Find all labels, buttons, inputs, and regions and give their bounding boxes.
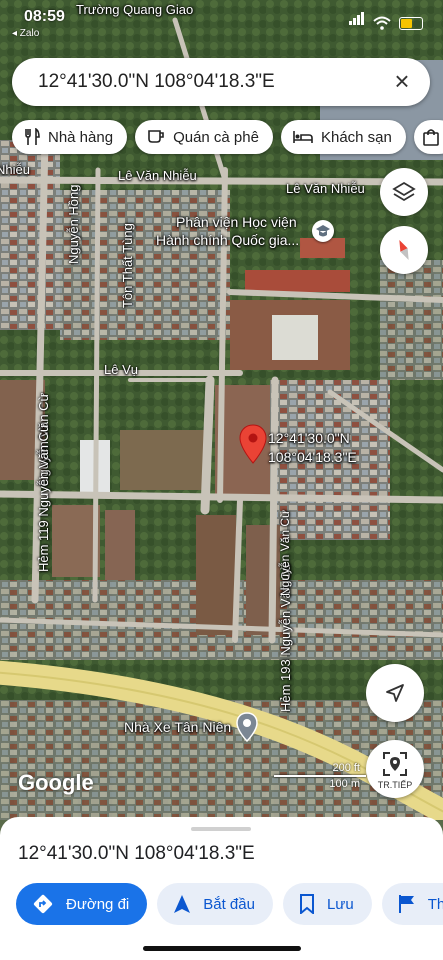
compass-icon: [399, 240, 409, 260]
action-buttons: Đường đi Bắt đầu Lưu Th: [16, 883, 443, 925]
pin-label: 12°41'30.0"N: [268, 430, 350, 446]
street-label: Nhiễu: [0, 162, 30, 177]
chip-shopping[interactable]: [413, 120, 443, 154]
street-label: Lê Vụ: [104, 362, 138, 377]
back-to-app[interactable]: ◂ Zalo: [12, 28, 39, 39]
wifi-icon: [373, 16, 391, 30]
clock: 08:59: [24, 8, 65, 25]
layers-icon: [392, 181, 416, 202]
street-label: Lê Văn Nhiễu: [286, 181, 365, 196]
scale-line: [274, 775, 366, 777]
search-bar[interactable]: 12°41'30.0"N 108°04'18.3"E ×: [12, 58, 430, 106]
google-logo: Google: [18, 770, 94, 795]
compass-button[interactable]: [380, 226, 428, 274]
chip-coffee[interactable]: Quán cà phê: [135, 120, 273, 154]
street-label: Tôn Thất Tùng: [120, 223, 135, 308]
chip-label: Khách sạn: [320, 128, 392, 146]
street-label: Nguyễn Hồng: [66, 184, 81, 265]
navigation-arrow-icon: [386, 684, 404, 702]
street-label: Hẻm 119 Nguyễn Văn Cừ: [36, 423, 51, 572]
flag-label: Th: [427, 895, 443, 913]
pin-label: 108°04'18.3"E: [268, 449, 357, 465]
chip-label: Nhà hàng: [48, 128, 114, 146]
coffee-icon: [148, 130, 164, 143]
status-bar: 08:59 ◂ Zalo: [0, 6, 443, 39]
directions-label: Đường đi: [66, 895, 130, 913]
start-button[interactable]: Bắt đầu: [157, 883, 273, 925]
bookmark-icon: [299, 894, 314, 914]
chip-hotels[interactable]: Khách sạn: [280, 120, 406, 154]
chip-label: Quán cà phê: [173, 128, 259, 146]
place-bottom-sheet[interactable]: 12°41'30.0"N 108°04'18.3"E Đường đi Bắt …: [0, 817, 443, 960]
poi-label[interactable]: Phân viện Học viện: [176, 214, 297, 230]
hotel-icon: [293, 131, 313, 143]
cell-signal-icon: [349, 12, 365, 30]
navigation-arrow-icon: [174, 895, 191, 913]
category-chips: Nhà hàng Quán cà phê Khách sạn: [12, 120, 443, 154]
scale-label-ft: 200 ft: [332, 762, 360, 774]
flag-button[interactable]: Th: [381, 883, 443, 925]
scale-bar: 200 ft 100 m: [274, 762, 366, 790]
search-input[interactable]: 12°41'30.0"N 108°04'18.3"E: [38, 71, 275, 93]
poi-label[interactable]: Hành chính Quốc gia...: [156, 232, 299, 248]
battery-icon: [399, 17, 423, 30]
street-label: Lê Văn Nhiễu: [118, 168, 197, 183]
drag-handle[interactable]: [191, 827, 251, 831]
street-label: Nguyễn Văn Cừ: [278, 509, 292, 596]
home-indicator[interactable]: [143, 946, 301, 951]
directions-button[interactable]: Đường đi: [16, 883, 148, 925]
save-label: Lưu: [326, 895, 354, 913]
start-label: Bắt đầu: [203, 895, 255, 913]
bus-station-label[interactable]: Nhà Xe Tân Niên: [124, 719, 231, 735]
street-view-label: TR.TIẾP: [377, 780, 413, 790]
save-button[interactable]: Lưu: [282, 883, 372, 925]
shopping-bag-icon: [423, 129, 439, 146]
status-icons: [349, 12, 423, 30]
my-location-button[interactable]: [366, 664, 424, 722]
place-title: 12°41'30.0"N 108°04'18.3"E: [18, 843, 255, 864]
directions-icon: [33, 894, 53, 914]
street-view-button[interactable]: TR.TIẾP: [366, 740, 424, 798]
scale-label-m: 100 m: [329, 778, 360, 790]
street-view-icon: [383, 752, 407, 776]
chip-restaurants[interactable]: Nhà hàng: [12, 120, 128, 154]
layers-button[interactable]: [380, 168, 428, 216]
school-icon[interactable]: [312, 220, 334, 242]
flag-icon: [398, 895, 414, 913]
restaurant-icon: [25, 128, 40, 145]
close-icon[interactable]: ×: [388, 68, 416, 96]
